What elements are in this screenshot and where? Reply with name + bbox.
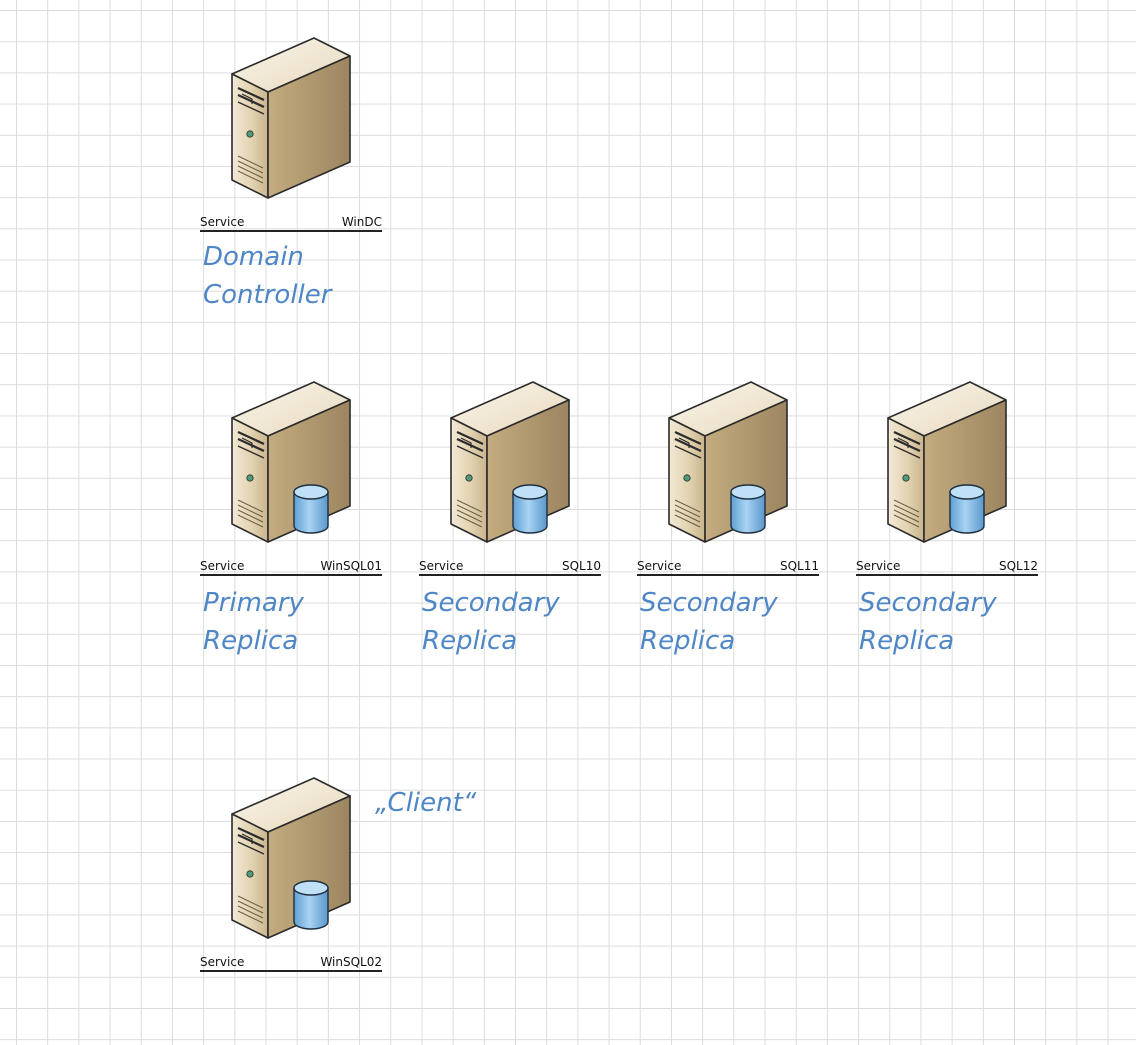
server-label-row: Service SQL10 [419, 556, 601, 576]
server-tower-icon [667, 380, 789, 544]
server-label-row: Service SQL12 [856, 556, 1038, 576]
server-role: Secondary Replica [422, 584, 560, 660]
server-name: WinDC [341, 215, 382, 229]
role-line-2: Replica [640, 626, 736, 656]
role-line-2: Replica [859, 626, 955, 656]
database-cylinder-icon [512, 484, 548, 534]
server-windc[interactable]: Service WinDC Domain Controller [200, 36, 382, 318]
server-tower-icon [886, 380, 1008, 544]
server-label-row: Service WinDC [200, 212, 382, 232]
role-line-2: Controller [203, 280, 332, 310]
server-role: Primary Replica [203, 584, 304, 660]
role-line-2: Replica [203, 626, 299, 656]
server-label-row: Service SQL11 [637, 556, 819, 576]
service-label: Service [419, 559, 464, 573]
server-tower-icon [230, 380, 352, 544]
server-name: SQL12 [998, 559, 1038, 573]
service-label: Service [637, 559, 682, 573]
server-tower-icon [230, 36, 352, 200]
role-line-1: Primary [203, 588, 304, 618]
server-sql11[interactable]: Service SQL11 Secondary Replica [637, 380, 819, 662]
server-winsql02[interactable]: Service WinSQL02 [200, 776, 382, 998]
server-sql10[interactable]: Service SQL10 Secondary Replica [419, 380, 601, 662]
database-cylinder-icon [293, 880, 329, 930]
server-tower-icon [230, 776, 352, 940]
database-cylinder-icon [949, 484, 985, 534]
server-label-row: Service WinSQL01 [200, 556, 382, 576]
server-sql12[interactable]: Service SQL12 Secondary Replica [856, 380, 1038, 662]
client-role-label: „Client“ [375, 784, 476, 824]
service-label: Service [200, 955, 245, 969]
role-line-1: „Client“ [375, 788, 477, 818]
server-role: Secondary Replica [640, 584, 778, 660]
service-label: Service [200, 215, 245, 229]
diagram-canvas: Service WinDC Domain Controller Service … [0, 0, 1136, 1045]
server-tower-icon [449, 380, 571, 544]
database-cylinder-icon [730, 484, 766, 534]
role-line-1: Secondary [640, 588, 778, 618]
server-label-row: Service WinSQL02 [200, 952, 382, 972]
server-name: SQL11 [779, 559, 819, 573]
server-name: SQL10 [561, 559, 601, 573]
database-cylinder-icon [293, 484, 329, 534]
service-label: Service [856, 559, 901, 573]
server-role: Secondary Replica [859, 584, 997, 660]
role-line-2: Replica [422, 626, 518, 656]
server-role: Domain Controller [203, 238, 331, 314]
server-name: WinSQL01 [320, 559, 382, 573]
role-line-1: Domain [203, 242, 304, 272]
server-winsql01[interactable]: Service WinSQL01 Primary Replica [200, 380, 382, 662]
service-label: Service [200, 559, 245, 573]
role-line-1: Secondary [422, 588, 560, 618]
server-name: WinSQL02 [320, 955, 382, 969]
role-line-1: Secondary [859, 588, 997, 618]
